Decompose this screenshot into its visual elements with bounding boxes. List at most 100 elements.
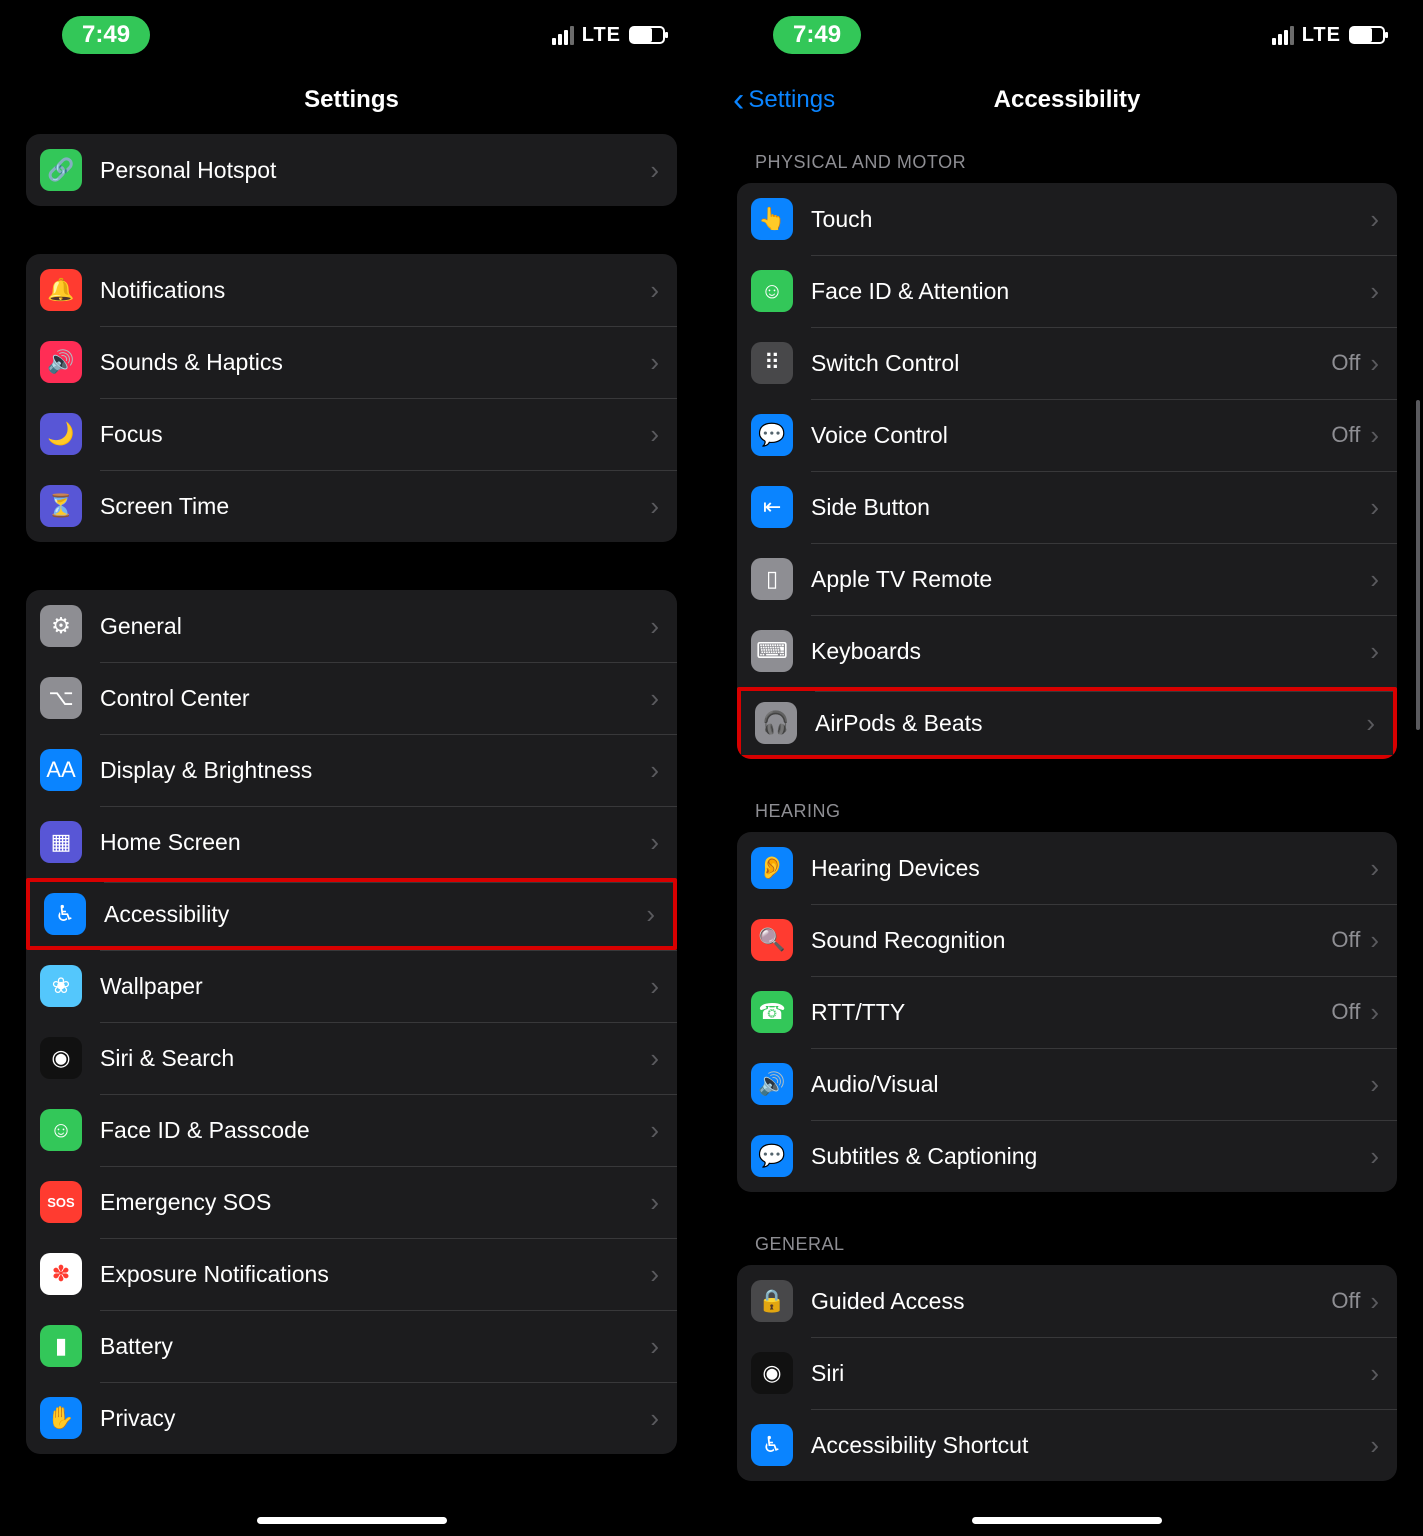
row-rtt-tty[interactable]: ☎︎RTT/TTYOff› <box>737 976 1397 1048</box>
row-hearing-devices[interactable]: 👂Hearing Devices› <box>737 832 1397 904</box>
chevron-right-icon: › <box>1370 204 1379 235</box>
chevron-right-icon: › <box>1370 1069 1379 1100</box>
chevron-right-icon: › <box>650 347 659 378</box>
row-label: Battery <box>100 1333 650 1360</box>
row-label: Siri & Search <box>100 1045 650 1072</box>
row-wallpaper[interactable]: ❀Wallpaper› <box>26 950 677 1022</box>
row-face-id-passcode[interactable]: ☺︎Face ID & Passcode› <box>26 1094 677 1166</box>
chevron-right-icon: › <box>1370 276 1379 307</box>
sound-icon: 🔊 <box>40 341 82 383</box>
flower-icon: ❀ <box>40 965 82 1007</box>
row-label: Accessibility <box>104 901 646 928</box>
row-label: Switch Control <box>811 350 1331 377</box>
row-home-screen[interactable]: ▦Home Screen› <box>26 806 677 878</box>
hand-icon: ✋ <box>40 1397 82 1439</box>
accessibility-icon: ♿︎ <box>44 893 86 935</box>
battery-icon <box>629 26 665 44</box>
row-apple-tv-remote[interactable]: ▯Apple TV Remote› <box>737 543 1397 615</box>
chevron-right-icon: › <box>650 1043 659 1074</box>
row-sounds-haptics[interactable]: 🔊Sounds & Haptics› <box>26 326 677 398</box>
row-audio-visual[interactable]: 🔊 Audio/Visual› <box>737 1048 1397 1120</box>
row-notifications[interactable]: 🔔Notifications› <box>26 254 677 326</box>
row-sound-recognition[interactable]: 🔍Sound RecognitionOff› <box>737 904 1397 976</box>
row-label: Personal Hotspot <box>100 157 650 184</box>
row-value: Off <box>1331 999 1360 1025</box>
row-value: Off <box>1331 422 1360 448</box>
row-airpods-beats[interactable]: 🎧AirPods & Beats› <box>737 687 1397 759</box>
face-attention-icon: ☺︎ <box>751 270 793 312</box>
time-pill[interactable]: 7:49 <box>773 16 861 54</box>
row-label: Sound Recognition <box>811 927 1331 954</box>
row-label: Hearing Devices <box>811 855 1370 882</box>
chevron-right-icon: › <box>1370 853 1379 884</box>
chevron-right-icon: › <box>1370 492 1379 523</box>
row-siri-search[interactable]: ◉Siri & Search› <box>26 1022 677 1094</box>
row-label: Display & Brightness <box>100 757 650 784</box>
time-pill[interactable]: 7:49 <box>62 16 150 54</box>
home-indicator[interactable] <box>257 1517 447 1524</box>
status-bar: 7:49 LTE <box>711 0 1423 70</box>
back-button[interactable]: ‹ Settings <box>733 83 835 117</box>
keyboard-icon: ⌨︎ <box>751 630 793 672</box>
chevron-right-icon: › <box>650 827 659 858</box>
row-general[interactable]: ⚙︎ General› <box>26 590 677 662</box>
row-accessibility-shortcut[interactable]: ♿︎Accessibility Shortcut› <box>737 1409 1397 1481</box>
chevron-right-icon: › <box>650 1115 659 1146</box>
row-personal-hotspot[interactable]: 🔗Personal Hotspot› <box>26 134 677 206</box>
row-switch-control[interactable]: ⠿Switch ControlOff› <box>737 327 1397 399</box>
chevron-right-icon: › <box>650 1331 659 1362</box>
row-display-brightness[interactable]: AADisplay & Brightness› <box>26 734 677 806</box>
chevron-right-icon: › <box>650 611 659 642</box>
row-siri[interactable]: ◉Siri› <box>737 1337 1397 1409</box>
chevron-right-icon: › <box>1370 420 1379 451</box>
row-voice-control[interactable]: 💬Voice ControlOff› <box>737 399 1397 471</box>
row-label: Exposure Notifications <box>100 1261 650 1288</box>
audio-visual-icon: 🔊 <box>751 1063 793 1105</box>
subtitles-icon: 💬 <box>751 1135 793 1177</box>
section-header: HEARING <box>755 801 1397 822</box>
row-label: Subtitles & Captioning <box>811 1143 1370 1170</box>
row-touch[interactable]: 👆Touch› <box>737 183 1397 255</box>
nav-bar: ‹ Settings Accessibility <box>711 70 1423 130</box>
rtt-icon: ☎︎ <box>751 991 793 1033</box>
row-emergency-sos[interactable]: SOSEmergency SOS› <box>26 1166 677 1238</box>
bell-icon: 🔔 <box>40 269 82 311</box>
shortcut-icon: ♿︎ <box>751 1424 793 1466</box>
battery-icon <box>1349 26 1385 44</box>
row-focus[interactable]: 🌙Focus› <box>26 398 677 470</box>
row-keyboards[interactable]: ⌨︎Keyboards› <box>737 615 1397 687</box>
nav-bar: Settings <box>0 70 703 130</box>
row-subtitles-captioning[interactable]: 💬Subtitles & Captioning› <box>737 1120 1397 1192</box>
page-title: Settings <box>304 86 399 114</box>
chevron-right-icon: › <box>650 275 659 306</box>
text-size-icon: AA <box>40 749 82 791</box>
scrollbar-thumb[interactable] <box>1416 400 1420 730</box>
row-face-id-attention[interactable]: ☺︎Face ID & Attention› <box>737 255 1397 327</box>
section-group: 👆Touch›☺︎Face ID & Attention›⠿Switch Con… <box>737 183 1397 759</box>
switches-icon: ⌥ <box>40 677 82 719</box>
row-control-center[interactable]: ⌥Control Center› <box>26 662 677 734</box>
row-screen-time[interactable]: ⏳Screen Time› <box>26 470 677 542</box>
section-header: GENERAL <box>755 1234 1397 1255</box>
accessibility-screen: 7:49 LTE ‹ Settings Accessibility PHYSIC… <box>711 0 1423 1536</box>
siri-icon: ◉ <box>751 1352 793 1394</box>
row-label: Side Button <box>811 494 1370 521</box>
row-privacy[interactable]: ✋Privacy› <box>26 1382 677 1454</box>
row-label: Face ID & Passcode <box>100 1117 650 1144</box>
row-label: General <box>100 613 650 640</box>
gear-icon: ⚙︎ <box>40 605 82 647</box>
row-battery[interactable]: ▮Battery› <box>26 1310 677 1382</box>
section-group: 👂Hearing Devices›🔍Sound RecognitionOff› ☎… <box>737 832 1397 1192</box>
chevron-right-icon: › <box>1370 997 1379 1028</box>
row-accessibility[interactable]: ♿︎Accessibility› <box>26 878 677 950</box>
home-indicator[interactable] <box>972 1517 1162 1524</box>
row-label: Focus <box>100 421 650 448</box>
row-guided-access[interactable]: 🔒Guided AccessOff› <box>737 1265 1397 1337</box>
row-exposure-notifications[interactable]: ✽Exposure Notifications› <box>26 1238 677 1310</box>
row-label: AirPods & Beats <box>815 710 1366 737</box>
row-side-button[interactable]: ⇤Side Button› <box>737 471 1397 543</box>
sos-icon: SOS <box>40 1181 82 1223</box>
row-value: Off <box>1331 350 1360 376</box>
row-label: Audio/Visual <box>811 1071 1370 1098</box>
section-header: PHYSICAL AND MOTOR <box>755 152 1397 173</box>
